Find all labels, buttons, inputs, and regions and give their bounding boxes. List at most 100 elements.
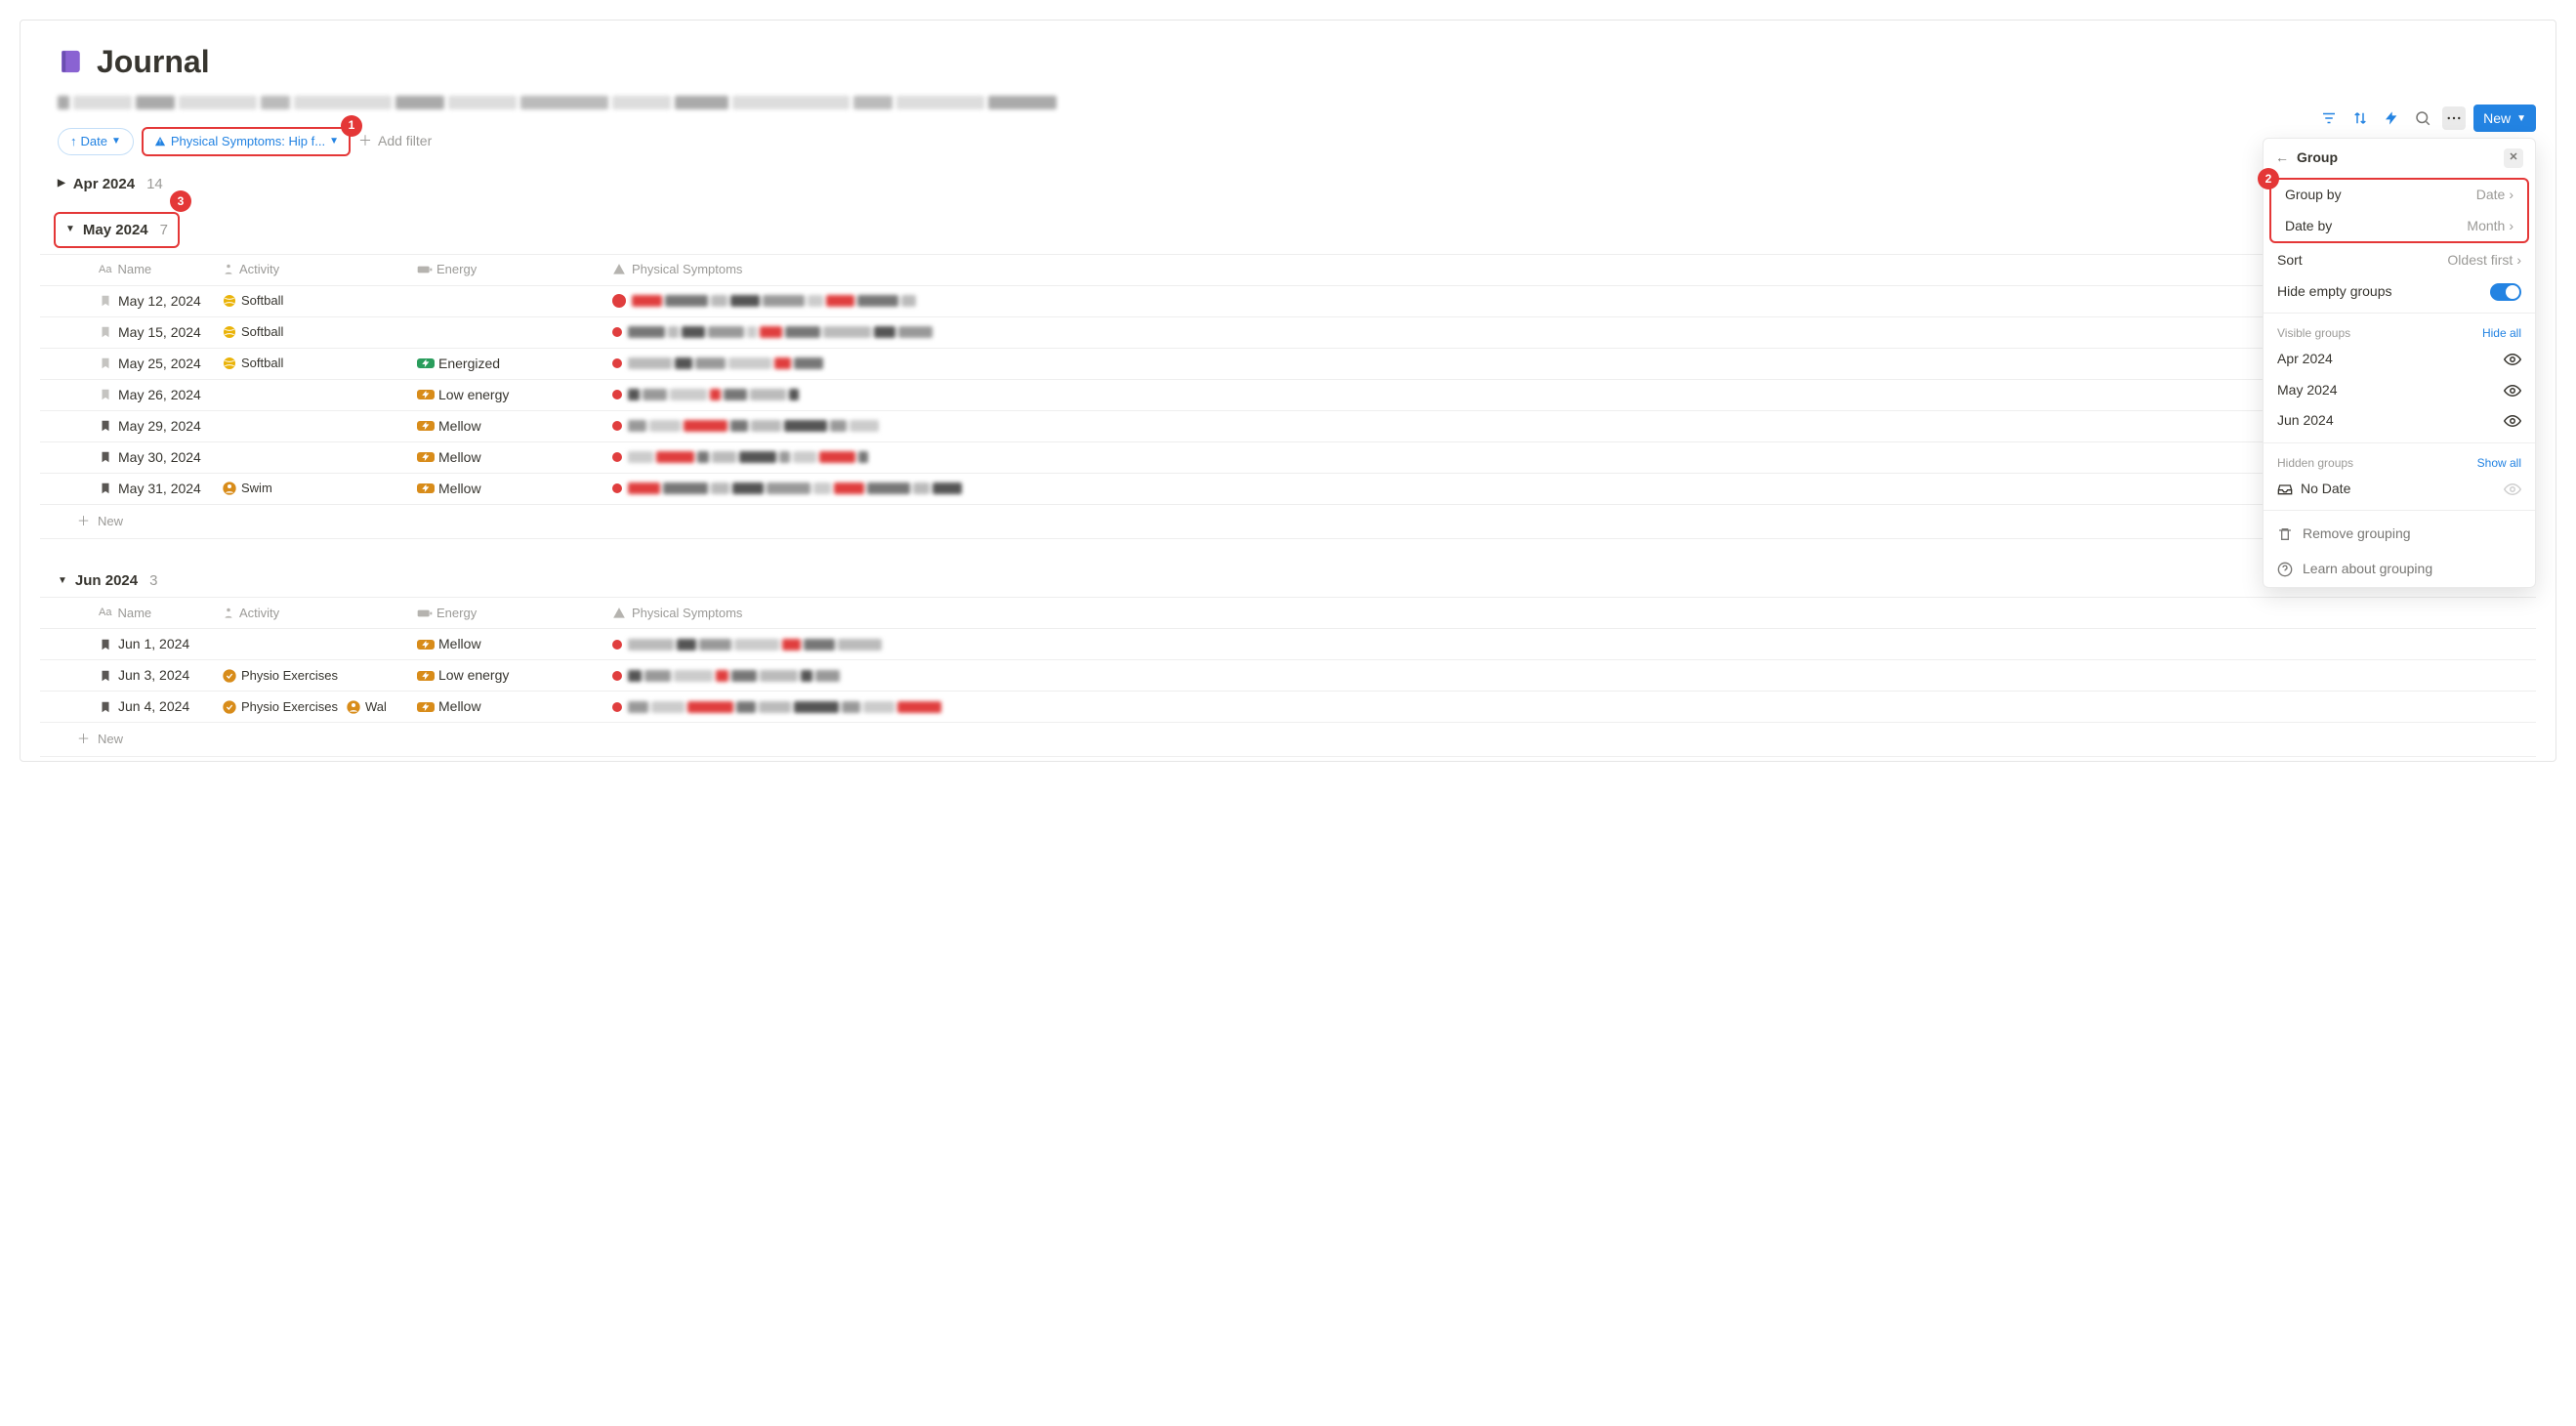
red-dot-icon: [612, 390, 622, 399]
row-date: May 29, 2024: [118, 417, 201, 437]
text-property-icon: Aa: [99, 263, 111, 277]
table-row[interactable]: May 29, 2024 Mellow: [40, 411, 2536, 442]
table-row[interactable]: May 12, 2024 Softball: [40, 286, 2536, 317]
back-icon[interactable]: ←: [2275, 148, 2289, 168]
col-activity-label: Activity: [239, 261, 279, 278]
ball-icon: [222, 293, 237, 309]
chevron-right-icon: ›: [2509, 186, 2514, 205]
table-row[interactable]: May 30, 2024 Mellow: [40, 442, 2536, 474]
chevron-down-icon: ▼: [2516, 113, 2526, 124]
warning-icon: [612, 607, 626, 620]
group-count: 3: [149, 570, 157, 591]
red-dot-icon: [612, 702, 622, 712]
eye-icon[interactable]: [2504, 382, 2521, 399]
triangle-right-icon: ▶: [58, 177, 65, 190]
eye-hidden-icon[interactable]: [2504, 481, 2521, 498]
new-button[interactable]: New ▼: [2473, 105, 2536, 132]
sort-row[interactable]: Sort Oldest first›: [2264, 245, 2535, 276]
group-label: May 2024: [83, 220, 148, 240]
eye-icon[interactable]: [2504, 412, 2521, 430]
group-settings-popover: ← Group ✕ Group by Date› Date by Month› …: [2263, 138, 2536, 588]
group-by-row[interactable]: Group by Date›: [2271, 180, 2527, 211]
column-header-row: AaName Activity Energy Physical Symptoms: [40, 598, 2536, 629]
automations-icon[interactable]: [2380, 106, 2403, 130]
col-symptoms-label: Physical Symptoms: [632, 261, 742, 278]
red-dot-icon: [612, 452, 622, 462]
red-dot-icon: [612, 294, 626, 308]
new-row-button[interactable]: ＋New: [40, 723, 2536, 757]
red-dot-icon: [612, 421, 622, 431]
group-header-jun[interactable]: ▼ Jun 2024 3: [40, 559, 2536, 597]
red-dot-icon: [612, 640, 622, 650]
bookmark-icon: [99, 388, 112, 401]
table-row[interactable]: May 25, 2024 Softball Energized: [40, 349, 2536, 380]
table-row[interactable]: May 26, 2024 Low energy: [40, 380, 2536, 411]
chevron-right-icon: ›: [2509, 217, 2514, 236]
annotation-3: 3: [170, 190, 191, 212]
group-header-may[interactable]: ▼ May 2024 7: [54, 212, 180, 248]
ball-icon: [222, 356, 237, 371]
group-count: 7: [160, 220, 168, 240]
bookmark-icon: [99, 294, 112, 308]
table-row[interactable]: May 15, 2024 Softball: [40, 317, 2536, 349]
hidden-group-no-date[interactable]: No Date: [2264, 474, 2535, 505]
visible-group-item[interactable]: May 2024: [2264, 375, 2535, 406]
plus-icon: ＋: [77, 731, 90, 748]
add-filter-button[interactable]: ＋ Add filter: [358, 132, 432, 151]
row-date: May 30, 2024: [118, 448, 201, 468]
row-date: May 15, 2024: [118, 323, 201, 343]
help-icon: [2277, 562, 2293, 577]
table-row[interactable]: Jun 4, 2024 Physio ExercisesWal Mellow: [40, 692, 2536, 723]
table-row[interactable]: Jun 3, 2024 Physio Exercises Low energy: [40, 660, 2536, 692]
hide-empty-toggle[interactable]: [2490, 283, 2521, 301]
table-row[interactable]: May 31, 2024 Swim Mellow: [40, 474, 2536, 505]
row-date: May 25, 2024: [118, 355, 201, 374]
journal-icon: [58, 48, 85, 75]
row-date: May 31, 2024: [118, 480, 201, 499]
chevron-down-icon: ▼: [111, 135, 121, 148]
learn-grouping-button[interactable]: Learn about grouping: [2264, 552, 2535, 587]
sort-chip[interactable]: ↑ Date ▼: [58, 128, 134, 155]
sort-chip-label: Date: [81, 133, 107, 150]
visible-group-item[interactable]: Apr 2024: [2264, 344, 2535, 375]
hide-all-link[interactable]: Hide all: [2482, 325, 2521, 342]
warning-icon: [153, 135, 167, 148]
triangle-down-icon: ▼: [65, 223, 75, 236]
chevron-right-icon: ›: [2516, 251, 2521, 271]
text-property-icon: Aa: [99, 606, 111, 620]
redacted-description: [58, 96, 2536, 109]
plus-icon: ＋: [358, 132, 372, 151]
bookmark-icon: [99, 482, 112, 495]
group-header-apr[interactable]: ▶ Apr 2024 14: [40, 162, 2536, 200]
page-title: Journal: [97, 40, 210, 84]
eye-icon[interactable]: [2504, 351, 2521, 368]
bookmark-icon: [99, 700, 112, 714]
remove-grouping-button[interactable]: Remove grouping: [2264, 517, 2535, 552]
new-row-button[interactable]: ＋New: [40, 505, 2536, 539]
date-by-row[interactable]: Date by Month›: [2271, 211, 2527, 242]
person-icon: [222, 263, 235, 276]
filter-chip-label: Physical Symptoms: Hip f...: [171, 133, 325, 150]
sort-icon[interactable]: [2348, 106, 2372, 130]
filter-icon[interactable]: [2317, 106, 2341, 130]
column-header-row: AaName Activity Energy Physical Symptoms: [40, 255, 2536, 286]
close-icon[interactable]: ✕: [2504, 148, 2523, 168]
search-icon[interactable]: [2411, 106, 2434, 130]
row-date: May 26, 2024: [118, 386, 201, 405]
new-button-label: New: [2483, 110, 2511, 126]
more-icon[interactable]: [2442, 106, 2466, 130]
red-dot-icon: [612, 671, 622, 681]
annotation-1: 1: [341, 115, 362, 137]
table-row[interactable]: Jun 1, 2024 Mellow: [40, 629, 2536, 660]
triangle-down-icon: ▼: [58, 574, 67, 588]
filter-chip-physical-symptoms[interactable]: Physical Symptoms: Hip f... ▼: [142, 127, 351, 156]
hide-empty-row[interactable]: Hide empty groups: [2264, 276, 2535, 308]
warning-icon: [612, 263, 626, 276]
trash-icon: [2277, 526, 2293, 542]
add-filter-label: Add filter: [378, 132, 432, 151]
col-energy-label: Energy: [436, 261, 477, 278]
chevron-down-icon: ▼: [329, 135, 339, 148]
plus-icon: ＋: [77, 513, 90, 530]
show-all-link[interactable]: Show all: [2477, 455, 2521, 472]
visible-group-item[interactable]: Jun 2024: [2264, 405, 2535, 437]
